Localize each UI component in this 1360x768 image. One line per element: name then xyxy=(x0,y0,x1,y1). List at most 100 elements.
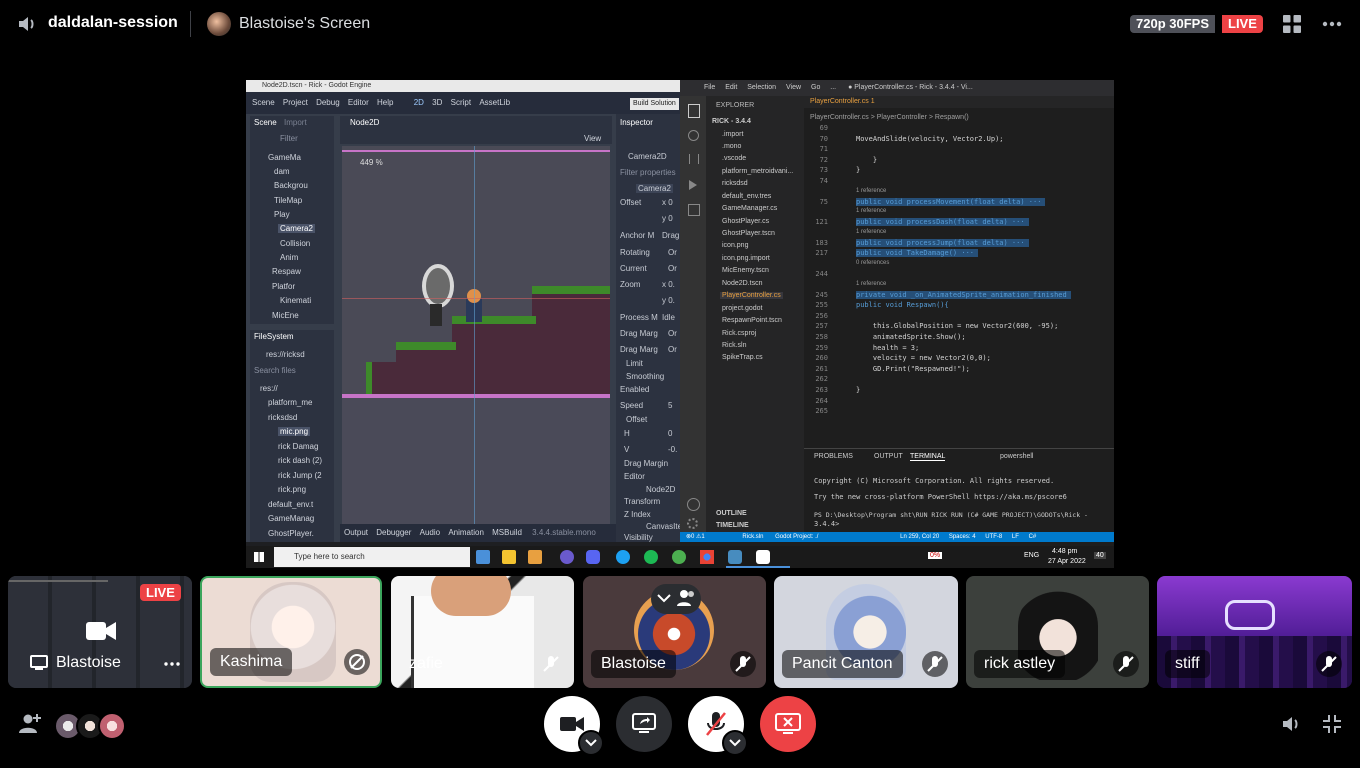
section-editor[interactable]: Editor xyxy=(624,472,645,481)
chrome-icon[interactable] xyxy=(700,550,714,564)
tab-filesystem[interactable]: FileSystem xyxy=(254,332,294,341)
file-item[interactable]: res:// xyxy=(260,384,278,393)
code-line[interactable]: health = 3; xyxy=(856,344,919,352)
discord-icon[interactable] xyxy=(586,550,600,564)
section-drag-margin[interactable]: Drag Margin xyxy=(624,459,668,468)
file-item-selected[interactable]: mic.png xyxy=(278,427,311,436)
tab-inspector[interactable]: Inspector xyxy=(620,118,653,127)
menu-debug[interactable]: Debug xyxy=(316,92,340,114)
status-problems[interactable]: ⊗0 ⚠1 xyxy=(686,534,705,540)
mute-button[interactable] xyxy=(688,696,748,756)
explorer-file[interactable]: Rick.csproj xyxy=(722,330,756,337)
screen-share-stream[interactable]: Node2D.tscn - Rick - Godot Engine Scene … xyxy=(246,80,1114,568)
menu-help[interactable]: Help xyxy=(377,92,393,114)
prop-value[interactable]: 5 xyxy=(668,401,672,410)
mode-2d[interactable]: 2D xyxy=(414,92,424,114)
speaker-icon[interactable] xyxy=(16,13,38,35)
search-icon[interactable] xyxy=(688,130,699,141)
camera-button[interactable] xyxy=(544,696,604,756)
volume-icon[interactable] xyxy=(1280,713,1302,735)
explorer-file[interactable]: .mono xyxy=(722,143,741,150)
add-person-icon[interactable] xyxy=(18,711,42,735)
prop-value[interactable]: y 0 xyxy=(662,214,673,223)
chevron-down-icon[interactable] xyxy=(657,593,671,603)
explorer-file[interactable]: GhostPlayer.tscn xyxy=(722,230,775,237)
code-reference[interactable]: 1 reference xyxy=(856,188,886,194)
scene-node[interactable]: Play xyxy=(274,210,290,219)
menu-go[interactable]: Go xyxy=(811,84,820,91)
prop-value[interactable]: Or xyxy=(668,329,677,338)
tile-more-icon[interactable] xyxy=(164,662,180,666)
language-indicator[interactable]: ENG xyxy=(1024,552,1039,559)
prop-value[interactable]: Or xyxy=(668,248,677,257)
tab-node2d[interactable]: Node2D xyxy=(350,118,379,127)
tab-scene[interactable]: Scene xyxy=(254,118,277,127)
code-line[interactable]: velocity = new Vector2(0,0); xyxy=(856,354,991,362)
taskbar-app-icon[interactable] xyxy=(560,550,574,564)
code-line[interactable]: public void processJump(float delta) ··· xyxy=(856,238,1029,247)
filter-properties[interactable]: Filter properties xyxy=(620,168,676,177)
prop-value[interactable]: x 0 xyxy=(662,198,673,207)
file-item[interactable]: default_env.t xyxy=(268,500,313,509)
status-encoding[interactable]: UTF-8 xyxy=(985,534,1002,540)
notification-count[interactable]: 40 xyxy=(1094,552,1106,559)
code-editor[interactable]: PlayerController.cs 1 PlayerController.c… xyxy=(804,96,1114,448)
tile-pancit-canton[interactable]: Pancit Canton xyxy=(774,576,958,688)
code-line[interactable]: public void TakeDamage() ··· xyxy=(856,249,979,258)
tab-import[interactable]: Import xyxy=(284,118,307,127)
file-item[interactable]: ricksdsd xyxy=(268,413,297,422)
taskbar-app-icon[interactable] xyxy=(756,550,770,564)
taskbar-app-icon[interactable] xyxy=(476,550,490,564)
file-item[interactable]: rick Damag xyxy=(278,442,318,451)
scene-node[interactable]: Respaw xyxy=(272,267,301,276)
explorer-file[interactable]: project.godot xyxy=(722,305,762,312)
terminal-shell[interactable]: powershell xyxy=(1000,453,1033,460)
code-line[interactable]: GD.Print("Respawned!"); xyxy=(856,365,970,373)
taskbar-app-icon[interactable] xyxy=(502,550,516,564)
file-item[interactable]: GhostPlayer. xyxy=(268,529,314,538)
godot-icon[interactable] xyxy=(728,550,742,564)
status-position[interactable]: Ln 259, Col 20 xyxy=(900,534,939,540)
code-line[interactable]: public void Respawn(){ xyxy=(856,301,949,309)
code-reference[interactable]: 1 reference xyxy=(856,208,886,214)
menu-file[interactable]: File xyxy=(704,84,715,91)
menu-edit[interactable]: Edit xyxy=(725,84,737,91)
tab-output[interactable]: OUTPUT xyxy=(874,453,903,460)
grid-layout-icon[interactable] xyxy=(1283,15,1301,33)
search-files[interactable]: Search files xyxy=(254,366,296,375)
windows-start-icon[interactable] xyxy=(254,552,264,562)
timeline-section[interactable]: TIMELINE xyxy=(716,522,749,529)
explorer-file[interactable]: Rick.sln xyxy=(722,342,747,349)
avatar-controls[interactable] xyxy=(651,584,701,614)
code-line[interactable]: } xyxy=(856,386,860,394)
code-reference[interactable]: 0 references xyxy=(856,260,889,266)
outline-section[interactable]: OUTLINE xyxy=(716,510,747,517)
menu-project[interactable]: Project xyxy=(283,92,308,114)
code-area[interactable]: 69 70 MoveAndSlide(velocity, Vector2.Up); 7… xyxy=(804,124,1114,446)
tab-animation[interactable]: Animation xyxy=(448,528,484,537)
code-line[interactable]: public void processDash(float delta) ··· xyxy=(856,218,1029,227)
taskbar-date[interactable]: 27 Apr 2022 xyxy=(1048,558,1086,565)
scene-node[interactable]: TileMap xyxy=(274,196,302,205)
tab-output[interactable]: Output xyxy=(344,528,368,537)
tab-problems[interactable]: PROBLEMS xyxy=(814,453,853,460)
explorer-file[interactable]: ricksdsd xyxy=(722,180,748,187)
prop-value[interactable]: Or xyxy=(668,345,677,354)
scene-node-selected[interactable]: Camera2 xyxy=(278,224,315,233)
tile-stiff[interactable]: stiff xyxy=(1157,576,1352,688)
group-icon[interactable] xyxy=(677,589,697,607)
mode-script[interactable]: Script xyxy=(451,92,471,114)
voice-avatar[interactable] xyxy=(98,712,126,740)
explorer-file[interactable]: RespawnPoint.tscn xyxy=(722,317,782,324)
prop-value[interactable]: Drag xyxy=(662,231,679,240)
taskbar-time[interactable]: 4:48 pm xyxy=(1052,548,1077,555)
scene-node[interactable]: Platfor xyxy=(272,282,295,291)
explorer-file[interactable]: GhostPlayer.cs xyxy=(722,218,769,225)
camera-options-button[interactable] xyxy=(578,730,604,756)
explorer-file[interactable]: GameManager.cs xyxy=(722,205,777,212)
explorer-file[interactable]: MicEnemy.tscn xyxy=(722,267,769,274)
prop-value[interactable]: Idle xyxy=(662,313,675,322)
file-item[interactable]: rick Jump (2 xyxy=(278,471,322,480)
screen-share-button[interactable] xyxy=(616,696,672,752)
editor-breadcrumb[interactable]: PlayerController.cs > PlayerController >… xyxy=(810,114,969,121)
